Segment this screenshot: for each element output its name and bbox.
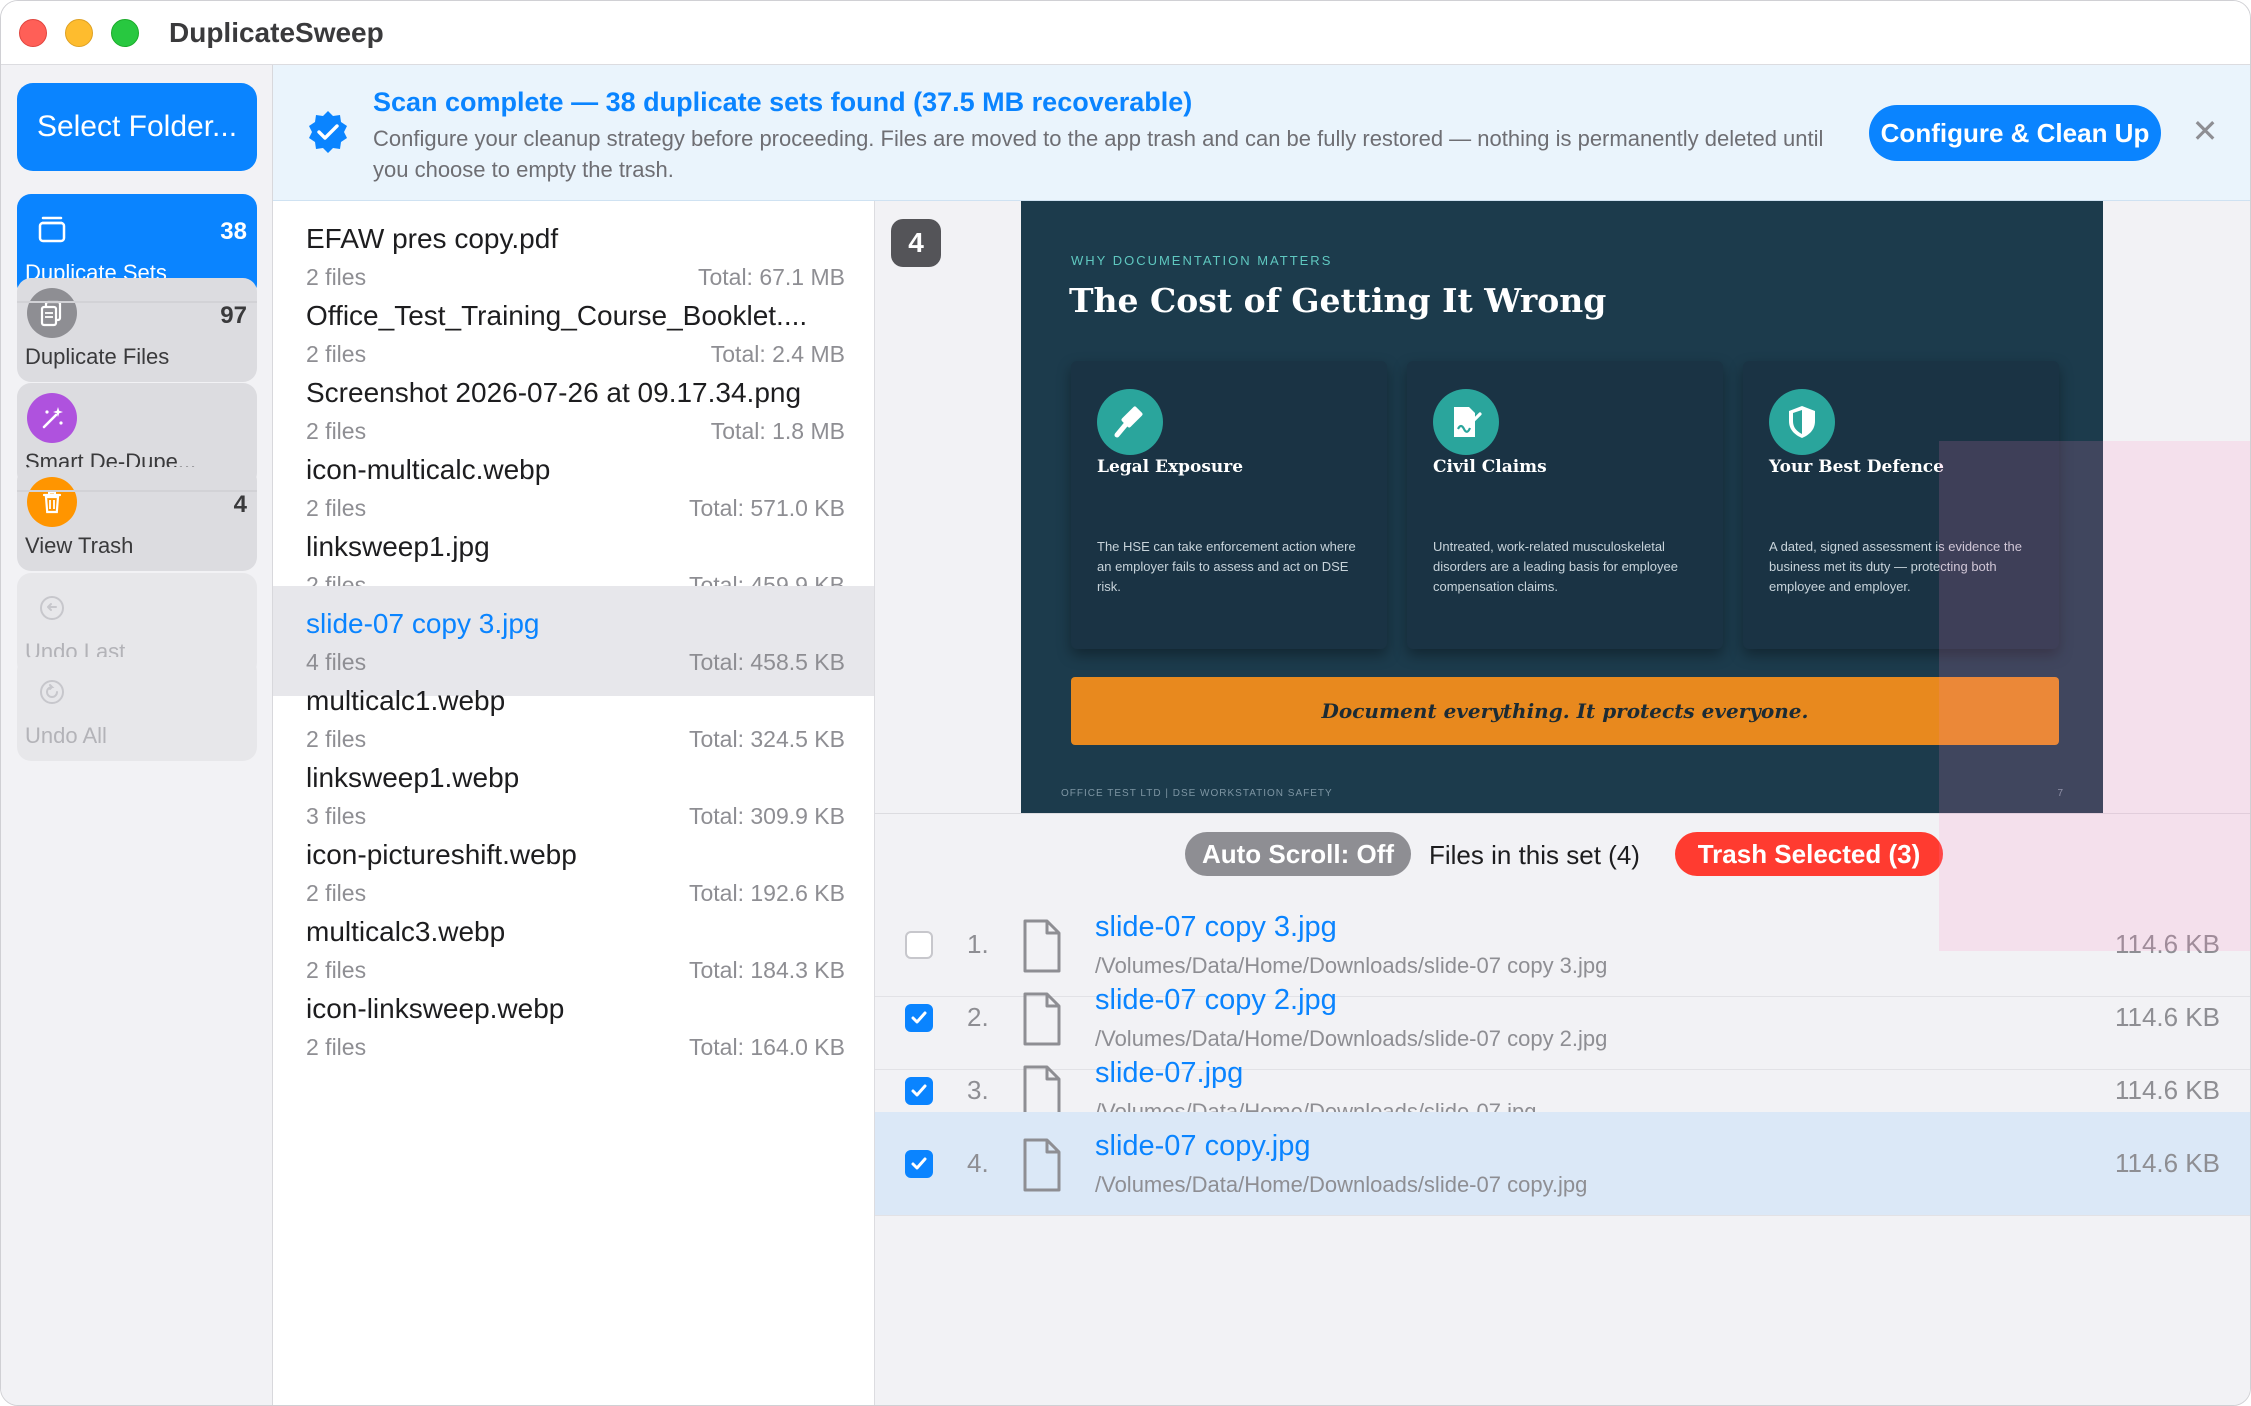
set-name: slide-07 copy 3.jpg: [306, 608, 540, 639]
copy-files-icon: [27, 288, 77, 338]
set-name: icon-multicalc.webp: [306, 454, 551, 485]
file-index: 2.: [967, 1002, 989, 1032]
auto-scroll-toggle[interactable]: Auto Scroll: Off: [1185, 832, 1411, 876]
sidebar: Select Folder... 38 Duplicate Sets 97 Du…: [1, 65, 273, 1405]
slide-footer: OFFICE TEST LTD | DSE WORKSTATION SAFETY: [1061, 788, 1333, 799]
set-name: EFAW pres copy.pdf: [306, 223, 559, 254]
shield-icon: [1769, 389, 1835, 455]
selection-overlay: [1939, 441, 2250, 951]
title-bar: DuplicateSweep: [1, 1, 2250, 65]
card-title: Legal Exposure: [1097, 457, 1244, 477]
app-title: DuplicateSweep: [169, 17, 384, 48]
file-checkbox[interactable]: [905, 1004, 933, 1032]
undo-icon: [27, 583, 77, 633]
app-window: DuplicateSweep Select Folder... 38 Dupli…: [0, 0, 2251, 1406]
set-name: icon-pictureshift.webp: [306, 839, 577, 870]
slide-kicker: WHY DOCUMENTATION MATTERS: [1071, 253, 1333, 268]
set-total-size: Total: 164.0 KB: [689, 1034, 845, 1060]
verified-badge-icon: [305, 109, 351, 155]
duplicate-sets-count: 38: [220, 218, 247, 245]
minimize-window-button[interactable]: [65, 19, 93, 47]
slide-card-legal: Legal Exposure The HSE can take enforcem…: [1071, 361, 1387, 649]
list-item[interactable]: icon-linksweep.webp 2 files Total: 164.0…: [273, 971, 874, 1081]
file-checkbox[interactable]: [905, 1077, 933, 1105]
file-size: 114.6 KB: [2114, 1002, 2220, 1032]
set-name: Office_Test_Training_Course_Booklet....: [306, 300, 808, 331]
checkmark-icon: [911, 1084, 927, 1097]
sidebar-item-label: View Trash: [25, 533, 134, 558]
trash-selected-button[interactable]: Trash Selected (3): [1675, 832, 1943, 876]
undo-all-icon: [27, 667, 77, 717]
signed-document-icon: [1433, 389, 1499, 455]
banner-description: Configure your cleanup strategy before p…: [373, 126, 1824, 182]
checkmark-icon: [911, 1157, 927, 1170]
sidebar-item-undo-all[interactable]: Undo All: [17, 657, 257, 761]
sidebar-item-label: Duplicate Files: [25, 344, 170, 369]
sidebar-item-label: Undo All: [25, 723, 107, 748]
preview-count-badge: 4: [891, 219, 941, 267]
file-size: 114.6 KB: [2114, 1148, 2220, 1178]
gavel-icon: [1097, 389, 1163, 455]
file-path: /Volumes/Data/Home/Downloads/slide-07 co…: [1095, 1172, 1588, 1197]
slide-title: The Cost of Getting It Wrong: [1069, 281, 1607, 320]
document-icon: [1019, 1136, 1065, 1194]
slide-callout-bar: Document everything. It protects everyon…: [1071, 677, 2059, 745]
scan-complete-banner: Scan complete — 38 duplicate sets found …: [273, 65, 2250, 201]
file-list: 1. slide-07 copy 3.jpg /Volumes/Data/Hom…: [875, 893, 2250, 1405]
card-text: Untreated, work-related musculoskeletal …: [1433, 539, 1678, 594]
zoom-window-button[interactable]: [111, 19, 139, 47]
file-name-link[interactable]: slide-07.jpg: [1095, 1057, 1243, 1090]
sidebar-item-view-trash[interactable]: 4 View Trash: [17, 467, 257, 571]
set-file-count: 2 files: [306, 1034, 367, 1060]
sidebar-item-duplicate-files[interactable]: 97 Duplicate Files: [17, 278, 257, 382]
magic-wand-icon: [27, 393, 77, 443]
set-name: icon-linksweep.webp: [306, 993, 565, 1024]
select-folder-button[interactable]: Select Folder...: [17, 83, 257, 171]
trash-count: 4: [233, 491, 247, 518]
set-name: Screenshot 2026-07-26 at 09.17.34.png: [306, 377, 802, 408]
duplicate-set-list[interactable]: EFAW pres copy.pdf 2 files Total: 67.1 M…: [273, 201, 875, 1405]
set-name: linksweep1.webp: [306, 762, 520, 793]
close-icon[interactable]: ✕: [2183, 109, 2227, 153]
file-name-link[interactable]: slide-07 copy 3.jpg: [1095, 911, 1337, 944]
file-name-link[interactable]: slide-07 copy 2.jpg: [1095, 984, 1337, 1017]
stack-icon: [27, 204, 77, 254]
checkmark-icon: [911, 1011, 927, 1024]
banner-title: Scan complete — 38 duplicate sets found …: [373, 87, 1193, 117]
card-title: Your Best Defence: [1769, 457, 1944, 477]
duplicate-files-count: 97: [220, 302, 247, 329]
set-name: multicalc1.webp: [306, 685, 506, 716]
card-title: Civil Claims: [1433, 457, 1547, 477]
configure-clean-up-button[interactable]: Configure & Clean Up: [1869, 105, 2161, 161]
sidebar-divider: [17, 490, 257, 492]
file-name-link[interactable]: slide-07 copy.jpg: [1095, 1130, 1310, 1163]
file-checkbox[interactable]: [905, 931, 933, 959]
file-index: 3.: [967, 1075, 989, 1105]
card-text: The HSE can take enforcement action wher…: [1097, 539, 1356, 594]
set-name: multicalc3.webp: [306, 916, 506, 947]
close-window-button[interactable]: [19, 19, 47, 47]
file-size: 114.6 KB: [2114, 1075, 2220, 1105]
set-name: linksweep1.jpg: [306, 531, 490, 562]
files-in-set-label: Files in this set (4): [1429, 840, 1640, 870]
file-row-highlighted[interactable]: 4. slide-07 copy.jpg /Volumes/Data/Home/…: [875, 1112, 2250, 1216]
file-index: 1.: [967, 929, 989, 959]
slide-card-civil: Civil Claims Untreated, work-related mus…: [1407, 361, 1723, 649]
trash-icon: [27, 477, 77, 527]
file-checkbox[interactable]: [905, 1150, 933, 1178]
file-index: 4.: [967, 1148, 989, 1178]
sidebar-divider: [17, 301, 257, 303]
